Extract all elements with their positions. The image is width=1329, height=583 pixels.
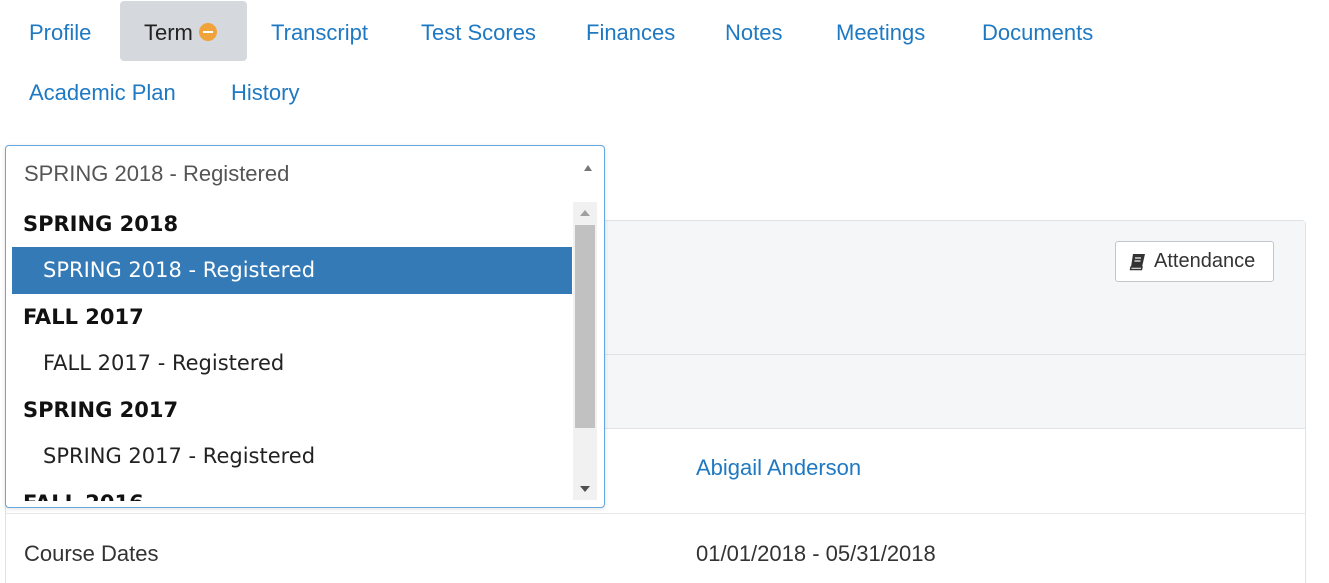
option-item[interactable]: FALL 2017 - Registered	[12, 340, 572, 387]
option-group-label: SPRING 2017	[23, 398, 179, 422]
attendance-button[interactable]: Attendance	[1115, 241, 1274, 282]
tab-profile[interactable]: Profile	[29, 22, 91, 44]
minus-circle-icon	[198, 23, 217, 42]
term-select-current[interactable]: SPRING 2018 - Registered	[24, 161, 289, 187]
options-scrollbar[interactable]	[573, 202, 597, 500]
attendance-button-label: Attendance	[1154, 250, 1256, 272]
book-icon	[1129, 253, 1145, 270]
scroll-down-arrow-icon[interactable]	[573, 478, 597, 500]
tab-notes[interactable]: Notes	[725, 22, 782, 44]
option-group-label: FALL 2017	[23, 305, 144, 329]
scroll-up-arrow-icon[interactable]	[573, 202, 597, 224]
course-dates-label: Course Dates	[24, 541, 159, 566]
tab-term[interactable]: Term	[120, 1, 247, 61]
option-group-label: SPRING 2018	[23, 212, 179, 236]
chevron-up-icon[interactable]	[584, 165, 592, 171]
advisor-link[interactable]: Abigail Anderson	[696, 455, 861, 481]
scrollbar-thumb[interactable]	[575, 225, 595, 428]
term-options-list: SPRING 2018 SPRING 2018 - Registered FAL…	[12, 201, 572, 501]
term-select[interactable]: SPRING 2018 - Registered SPRING 2018 SPR…	[5, 145, 605, 508]
tab-history[interactable]: History	[231, 82, 299, 104]
tab-term-label: Term	[144, 20, 193, 45]
option-group-label: FALL 2016	[12, 480, 572, 501]
course-dates-value: 01/01/2018 - 05/31/2018	[696, 541, 936, 566]
tab-documents[interactable]: Documents	[982, 22, 1093, 44]
tab-meetings[interactable]: Meetings	[836, 22, 925, 44]
option-item[interactable]: SPRING 2018 - Registered	[12, 247, 572, 294]
tab-finances[interactable]: Finances	[586, 22, 675, 44]
row-divider	[6, 513, 1305, 514]
tab-test-scores[interactable]: Test Scores	[421, 22, 536, 44]
option-item[interactable]: SPRING 2017 - Registered	[12, 433, 572, 480]
tab-transcript[interactable]: Transcript	[271, 22, 368, 44]
tab-academic-plan[interactable]: Academic Plan	[29, 82, 176, 104]
